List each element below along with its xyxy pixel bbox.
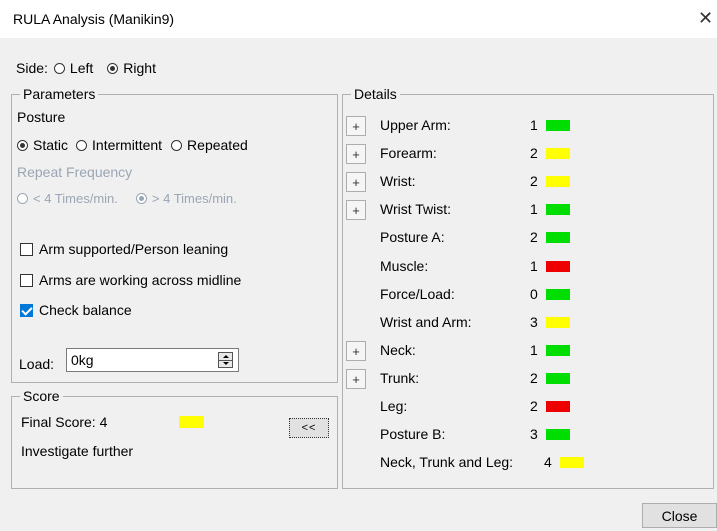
expand-row-button[interactable]: + [346, 369, 366, 389]
expand-row-button[interactable]: + [346, 341, 366, 361]
posture-repeated-label[interactable]: Repeated [187, 137, 248, 153]
detail-row-label: Wrist Twist: [380, 201, 452, 217]
load-spinner[interactable] [218, 352, 233, 368]
expand-row-button[interactable]: + [346, 144, 366, 164]
arms-midline-checkbox[interactable] [20, 273, 33, 287]
details-group-title: Details [351, 86, 400, 102]
detail-row-color-indicator [546, 317, 570, 328]
detail-row-score: 1 [530, 342, 538, 358]
parameters-group-title: Parameters [20, 86, 99, 102]
load-label: Load: [19, 356, 55, 372]
detail-row-score: 1 [530, 258, 538, 274]
repeat-less4-label: < 4 Times/min. [33, 191, 118, 206]
arm-supported-label[interactable]: Arm supported/Person leaning [39, 241, 228, 257]
detail-row-label: Muscle: [380, 258, 429, 274]
detail-row-label: Posture B: [380, 426, 446, 442]
side-selector: Side: Left Right [16, 58, 156, 78]
score-recommendation: Investigate further [21, 443, 134, 459]
detail-row-label: Posture A: [380, 229, 445, 245]
expand-row-button[interactable]: + [346, 116, 366, 136]
check-balance-label[interactable]: Check balance [39, 302, 132, 318]
detail-row-color-indicator [546, 232, 570, 243]
final-score-color-indicator [179, 416, 204, 428]
detail-row-score: 1 [530, 201, 538, 217]
score-group-title: Score [20, 388, 63, 404]
detail-row-score: 2 [530, 173, 538, 189]
posture-intermittent-radio[interactable] [76, 139, 88, 151]
side-right-label[interactable]: Right [123, 60, 156, 76]
arm-supported-checkbox[interactable] [20, 242, 33, 256]
detail-row-label: Force/Load: [380, 286, 455, 302]
expand-row-button[interactable]: + [346, 200, 366, 220]
detail-row-color-indicator [546, 429, 570, 440]
detail-row-color-indicator [546, 176, 570, 187]
final-score-text: Final Score: 4 [21, 414, 108, 430]
side-left-radio[interactable] [53, 62, 65, 74]
side-right-radio[interactable] [107, 62, 119, 74]
detail-row-score: 3 [530, 314, 538, 330]
detail-row-label: Wrist and Arm: [380, 314, 472, 330]
posture-intermittent-label[interactable]: Intermittent [92, 137, 162, 153]
side-left-label[interactable]: Left [70, 60, 93, 76]
posture-static-radio[interactable] [17, 139, 28, 151]
detail-row-color-indicator [546, 401, 570, 412]
check-balance-checkbox-row[interactable]: Check balance [20, 302, 132, 318]
posture-label: Posture [17, 109, 66, 125]
repeat-frequency-label: Repeat Frequency [17, 164, 133, 180]
side-label: Side: [16, 60, 48, 76]
detail-row-score: 4 [544, 454, 552, 470]
detail-row-color-indicator [546, 120, 570, 131]
detail-row-score: 1 [530, 117, 538, 133]
spinner-down-icon[interactable] [219, 360, 232, 367]
detail-row-score: 2 [530, 229, 538, 245]
detail-row-label: Neck: [380, 342, 416, 358]
detail-row-color-indicator [546, 261, 570, 272]
detail-row-score: 3 [530, 426, 538, 442]
detail-row-color-indicator [546, 345, 570, 356]
detail-row-label: Leg: [380, 398, 408, 414]
repeat-frequency-options: < 4 Times/min. > 4 Times/min. [17, 191, 237, 206]
detail-row-score: 0 [530, 286, 538, 302]
load-input[interactable] [66, 348, 239, 372]
posture-repeated-radio[interactable] [171, 139, 183, 151]
collapse-details-button[interactable]: << [289, 418, 329, 438]
detail-row-color-indicator [546, 148, 570, 159]
repeat-more4-label: > 4 Times/min. [151, 191, 237, 206]
window-title: RULA Analysis (Manikin9) [13, 11, 175, 27]
close-icon[interactable]: ✕ [698, 8, 713, 29]
detail-row-color-indicator [546, 204, 570, 215]
detail-row-color-indicator [560, 457, 584, 468]
check-balance-checkbox[interactable] [20, 303, 33, 317]
arm-supported-checkbox-row[interactable]: Arm supported/Person leaning [20, 241, 228, 257]
detail-row-label: Neck, Trunk and Leg: [380, 454, 514, 470]
detail-row-label: Trunk: [380, 370, 420, 386]
detail-row-label: Forearm: [380, 145, 437, 161]
detail-row-label: Upper Arm: [380, 117, 451, 133]
detail-row-score: 2 [530, 145, 538, 161]
posture-static-label[interactable]: Static [33, 137, 68, 153]
detail-row-color-indicator [546, 373, 570, 384]
arms-midline-checkbox-row[interactable]: Arms are working across midline [20, 272, 241, 288]
posture-options: Static Intermittent Repeated [17, 137, 248, 153]
arms-midline-label[interactable]: Arms are working across midline [39, 272, 241, 288]
close-button[interactable]: Close [642, 503, 717, 528]
detail-row-score: 2 [530, 398, 538, 414]
expand-row-button[interactable]: + [346, 172, 366, 192]
title-bar: RULA Analysis (Manikin9) ✕ [0, 0, 717, 38]
repeat-less4-radio [17, 193, 28, 204]
detail-row-color-indicator [546, 289, 570, 300]
repeat-more4-radio [135, 193, 147, 204]
detail-row-score: 2 [530, 370, 538, 386]
detail-row-label: Wrist: [380, 173, 416, 189]
